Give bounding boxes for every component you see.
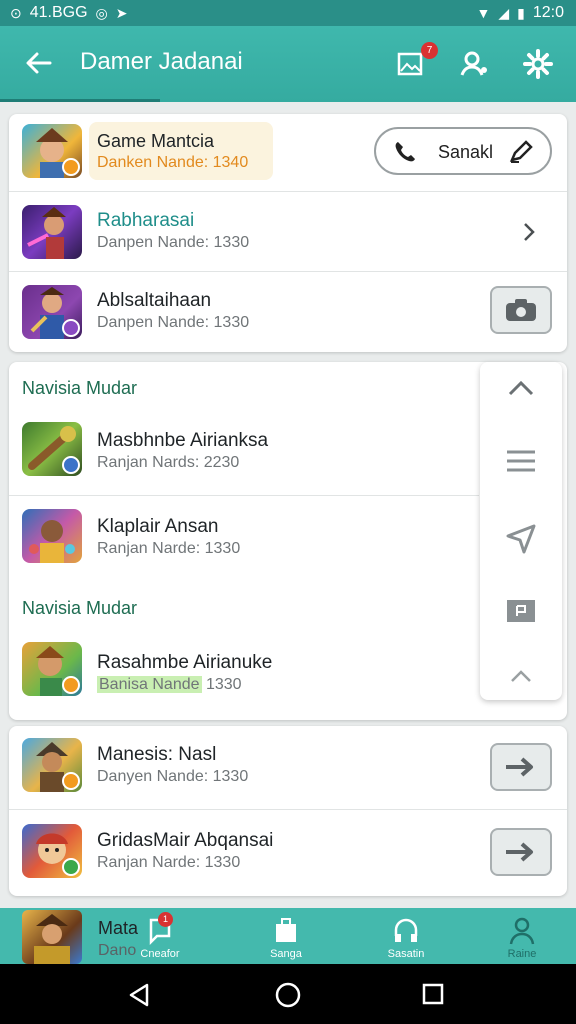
call-button[interactable]: Sanakl [374,127,552,175]
game-thumbnail [22,124,82,178]
edit-icon [509,140,533,163]
item-name: Game Mantcia [97,131,215,151]
game-thumbnail [22,509,82,563]
camera-icon [506,299,536,321]
nav-label: Sanga [270,948,302,960]
badge-icon [62,158,80,176]
nav-item-raine[interactable]: Raine [482,914,562,962]
game-list-card-2: Manesis: Nasl Danyen Nande: 1330 GridasM… [9,726,567,896]
chevron-right-icon[interactable] [519,222,539,242]
nav-badge: 1 [158,912,173,927]
call-button-label: Sanakl [438,142,494,162]
app-bar: Damer Jadanai 7 [0,26,576,102]
list-item[interactable]: Masbhnbe Airianksa Ranjan Nards: 2230 [9,410,479,496]
list-item[interactable]: Manesis: Nasl Danyen Nande: 1330 [9,726,567,810]
menu-icon[interactable] [502,442,540,480]
section-header: Navisia Mudar [22,598,138,618]
signal-icon: ◢ [498,4,510,21]
item-name: GridasMair Abqansai [97,830,274,851]
list-item[interactable]: GridasMair Abqansai Ranjan Narde: 1330 [9,810,567,896]
person-icon [509,917,535,945]
game-list-card: Game Mantcia Danken Nande: 1340 Sanakl R… [9,114,567,352]
game-thumbnail [22,738,82,792]
user-icon [460,51,487,76]
back-button[interactable] [22,46,56,80]
nav-item-sasatin[interactable]: Sasatin [366,914,446,962]
item-name: Rabharasai [97,210,195,231]
arrow-button[interactable] [490,828,552,876]
list-item[interactable]: Klaplair Ansan Ranjan Narde: 1330 [9,496,479,582]
nav-label: Cneafor [140,948,180,960]
list-item[interactable]: Rabharasai Danpen Nande: 1330 [9,192,567,272]
list-item[interactable]: Ablsaltaihaan Danpen Nande: 1330 [9,272,567,352]
badge-icon [62,676,80,694]
arrow-button[interactable] [490,743,552,791]
section-header: Navisia Mudar [22,378,138,398]
bag-icon [276,918,296,942]
page-title: Damer Jadanai [80,48,243,75]
subtitle-rest: 1330 [201,676,242,693]
home-circle-icon[interactable] [274,981,302,1009]
status-bar: ⊙ 41.BGG ◎ ➤ ▼ ◢ ▮ 12:0 [0,0,576,26]
chevron-up-small-icon[interactable] [502,658,540,696]
nav-item-cneafor[interactable]: 1 Cneafor [120,912,200,962]
badge-icon [62,456,80,474]
item-name: Rasahmbe Airianuke [97,652,273,673]
location-icon: ➤ [115,4,128,21]
app-icon: ⊙ [10,4,22,21]
list-item[interactable]: Rasahmbe Airianuke Banisa Nande 1330 [9,630,479,720]
arrow-right-icon [506,842,533,862]
phone-icon [395,142,415,162]
status-time: 12:0 [532,4,564,21]
game-thumbnail [22,824,82,878]
badge-icon [62,319,80,337]
item-subtitle: Danpen Nande: 1330 [97,234,250,251]
camera-button[interactable] [490,286,552,334]
nav-item-sanga[interactable]: Sanga [246,914,326,962]
tab-indicator [0,99,160,102]
item-subtitle: Ranjan Narde: 1330 [97,854,241,871]
nav-label: Raine [507,948,537,960]
item-subtitle: Danyen Nande: 1330 [97,768,249,785]
settings-button[interactable] [522,46,558,82]
item-subtitle: Ranjan Narde: 1330 [97,540,241,557]
item-name: Ablsaltaihaan [97,290,212,311]
item-name: Manesis: Nasl [97,744,217,765]
bottom-navigation: Mata Dano 1 Cneafor Sanga Sasatin Raine [0,908,576,964]
badge-icon [62,858,80,876]
item-subtitle: Banisa Nande 1330 [97,676,242,694]
item-name: Masbhnbe Airianksa [97,430,269,451]
arrow-left-icon [26,52,52,74]
highlighted-text: Banisa Nande [97,676,202,693]
image-notification-button[interactable]: 7 [396,42,438,82]
headset-icon [394,918,418,942]
arrow-right-icon [506,757,533,777]
game-thumbnail [22,910,82,964]
profile-button[interactable] [458,46,494,82]
game-thumbnail [22,205,82,259]
item-name: Klaplair Ansan [97,516,219,537]
notification-badge: 7 [421,42,438,59]
back-triangle-icon[interactable] [126,982,152,1008]
side-action-panel [480,362,562,700]
flag-icon[interactable] [502,592,540,630]
list-item[interactable]: Game Mantcia Danken Nande: 1340 Sanakl [9,114,567,192]
game-thumbnail [22,422,82,476]
battery-icon: ▮ [517,4,525,21]
send-icon[interactable] [502,518,540,556]
item-subtitle: Danpen Nande: 1330 [97,314,250,331]
gear-icon [523,49,553,79]
chevron-up-icon[interactable] [502,370,540,408]
game-thumbnail [22,285,82,339]
item-subtitle: Ranjan Nards: 2230 [97,454,240,471]
wifi-icon: ▼ [476,5,491,21]
status-left-text: 41.BGG [29,4,88,21]
sync-icon: ◎ [95,4,108,21]
nav-label: Sasatin [387,948,425,960]
system-navigation-bar [0,964,576,1024]
recents-square-icon[interactable] [421,982,445,1006]
game-thumbnail [22,642,82,696]
item-subtitle: Danken Nande: 1340 [97,154,249,171]
badge-icon [62,772,80,790]
